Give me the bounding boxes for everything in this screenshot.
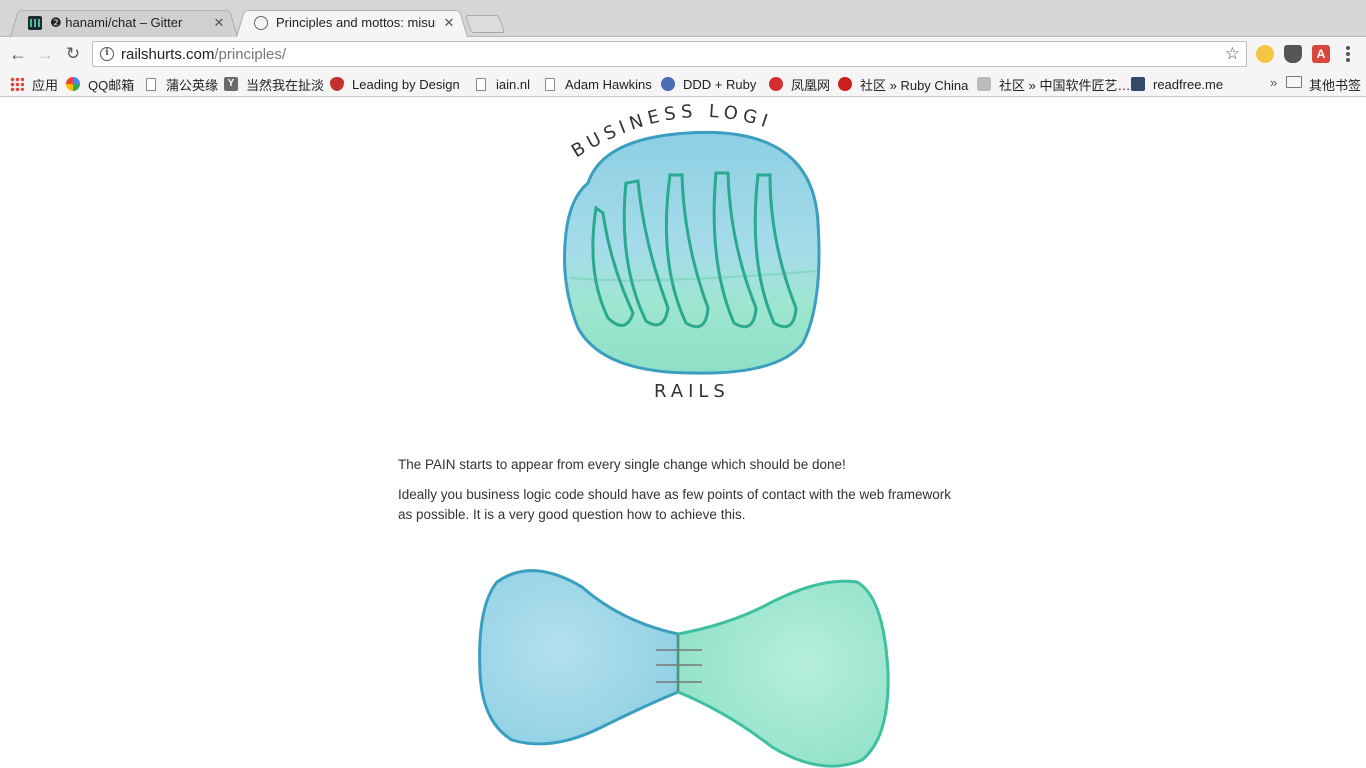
bookmark-label: Adam Hawkins <box>565 76 652 92</box>
bookmark-ddd-ruby[interactable]: DDD + Ruby <box>661 75 756 93</box>
ddd-icon <box>661 77 675 91</box>
paragraph-ideally: Ideally you business logic code should h… <box>398 487 952 522</box>
bookmark-pugongying[interactable]: 蒲公英缘 <box>146 75 218 93</box>
address-bar[interactable]: i railshurts.com/principles/ ☆ <box>92 41 1247 67</box>
bookmark-label: Leading by Design <box>352 76 460 92</box>
lbd-icon <box>330 77 344 91</box>
bookmark-label: readfree.me <box>1153 76 1224 92</box>
apps-grid-icon <box>10 77 24 91</box>
close-icon[interactable]: ✕ <box>212 15 226 31</box>
chick-extension-icon[interactable] <box>1256 45 1274 63</box>
url-text[interactable]: railshurts.com/principles/ <box>121 46 286 63</box>
bookmark-ruby-china[interactable]: 社区 » Ruby China <box>838 75 968 93</box>
bookmark-label: QQ邮箱 <box>88 77 135 93</box>
new-tab-button[interactable] <box>464 15 506 33</box>
railshurts-icon <box>254 15 268 30</box>
bookmark-label: 社区 » 中国软件匠艺… <box>999 77 1131 93</box>
bookmark-star-icon[interactable]: ☆ <box>1225 44 1240 64</box>
bookmark-readfree[interactable]: readfree.me <box>1131 75 1223 93</box>
illustration-label-bottom: RAILS <box>654 381 730 402</box>
ruby-china-icon <box>838 77 852 91</box>
gitter-icon <box>28 15 42 30</box>
forward-arrow-icon[interactable]: → <box>33 42 57 66</box>
page-icon <box>545 77 555 91</box>
bookmark-label: 当然我在扯淡 <box>246 77 325 93</box>
other-bookmarks[interactable]: 其他书签 <box>1309 75 1361 94</box>
bookmark-dangran[interactable]: Y 当然我在扯淡 <box>224 75 324 93</box>
paragraph-pain: The PAIN starts to appear from every sin… <box>398 457 846 472</box>
bookmark-leading-by-design[interactable]: Leading by Design <box>330 75 460 93</box>
acrobat-icon[interactable]: A <box>1312 45 1330 63</box>
close-icon[interactable]: ✕ <box>442 15 456 31</box>
bookmark-iain[interactable]: iain.nl <box>476 75 530 93</box>
tab-strip: ❷ hanami/chat – Gitter ✕ Principles and … <box>0 0 1366 38</box>
page-icon <box>476 77 486 91</box>
bookmark-adam-hawkins[interactable]: Adam Hawkins <box>545 75 652 93</box>
business-logic-rails-illustration: BUSINESS LOGIC RAILS <box>548 103 821 402</box>
bookmark-label: DDD + Ruby <box>683 76 757 92</box>
bookmark-label: 应用 <box>32 77 59 93</box>
tab-title: ❷ hanami/chat – Gitter <box>50 14 183 30</box>
url-path: /principles/ <box>214 45 287 63</box>
reload-icon[interactable]: ↻ <box>61 42 85 66</box>
pocket-icon[interactable] <box>1284 45 1302 63</box>
bookmarks-overflow-icon[interactable]: » <box>1270 75 1277 90</box>
readfree-icon <box>1131 77 1145 91</box>
bookmarks-bar: 应用 QQ邮箱 蒲公英缘 Y 当然我在扯淡 Leading by Design i… <box>0 71 1366 97</box>
back-arrow-icon[interactable]: ← <box>6 42 30 66</box>
y-icon: Y <box>224 77 238 91</box>
info-icon[interactable]: i <box>100 47 114 61</box>
bookmark-label: iain.nl <box>496 76 530 92</box>
ifeng-icon <box>769 77 783 91</box>
page-icon <box>146 77 156 91</box>
bookmark-label: 社区 » Ruby China <box>860 77 969 93</box>
bookmark-label: 蒲公英缘 <box>166 77 219 93</box>
folder-icon <box>1286 76 1302 88</box>
bookmark-apps[interactable]: 应用 <box>10 75 58 93</box>
browser-toolbar: ← → ↻ i railshurts.com/principles/ ☆ A <box>0 37 1366 71</box>
page-content: BUSINESS LOGIC RAILS The PAIN starts to … <box>0 97 1366 768</box>
software-craft-icon <box>977 77 991 91</box>
menu-icon[interactable] <box>1340 45 1356 63</box>
url-host: railshurts.com <box>121 45 215 63</box>
bookmark-label: 凤凰网 <box>791 77 831 93</box>
bookmark-qq-mail[interactable]: QQ邮箱 <box>66 75 134 93</box>
bookmark-software-craft[interactable]: 社区 » 中国软件匠艺… <box>977 75 1130 93</box>
tab-principles[interactable]: Principles and mottos: misunderstood ✕ <box>236 8 468 38</box>
tab-title: Principles and mottos: misunderstood <box>276 15 436 30</box>
tab-gitter[interactable]: ❷ hanami/chat – Gitter ✕ <box>10 8 238 38</box>
bowtie-illustration <box>478 569 890 768</box>
bookmark-ifeng[interactable]: 凤凰网 <box>769 75 830 93</box>
qq-mail-icon <box>66 77 80 91</box>
